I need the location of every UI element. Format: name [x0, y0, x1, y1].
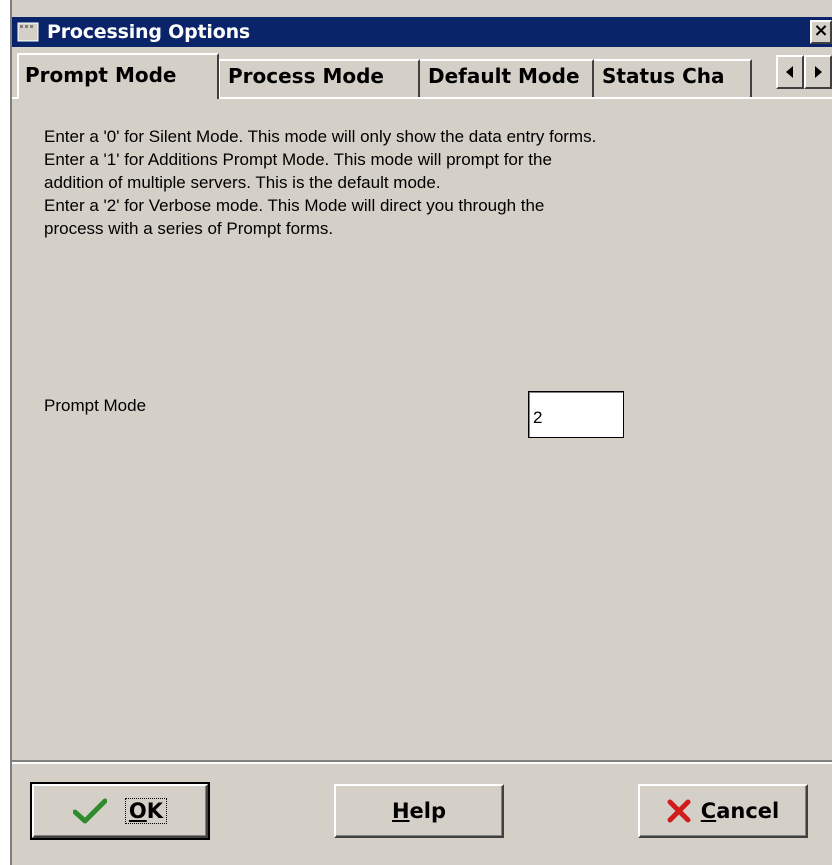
tab-label: Prompt Mode: [25, 63, 177, 87]
tab-default-mode[interactable]: Default Mode: [418, 59, 594, 97]
window-left-edge: [0, 0, 12, 865]
help-label-rest: elp: [409, 799, 447, 823]
tab-process-mode[interactable]: Process Mode: [218, 59, 420, 97]
help-button[interactable]: Help: [334, 784, 504, 838]
close-icon: ×: [813, 20, 829, 41]
close-button[interactable]: ×: [810, 20, 832, 44]
title-bar[interactable]: Processing Options ×: [12, 17, 832, 47]
processing-options-window: Processing Options × Status Cha Default …: [0, 0, 832, 865]
tab-label: Process Mode: [228, 64, 384, 88]
checkmark-icon: [72, 798, 107, 824]
cancel-button[interactable]: Cancel: [638, 784, 808, 838]
cancel-label-rest: ancel: [716, 799, 780, 823]
ok-label-rest: K: [146, 799, 164, 823]
red-x-icon: [667, 799, 691, 823]
tab-prompt-mode[interactable]: Prompt Mode: [17, 53, 219, 99]
description-line: Enter a '2' for Verbose mode. This Mode …: [44, 196, 545, 215]
ok-label: OK: [124, 798, 168, 824]
window-icon: [17, 22, 39, 42]
right-arrow-icon: [815, 66, 822, 78]
description-line: addition of multiple servers. This is th…: [44, 173, 441, 192]
tab-status-change[interactable]: Status Cha: [592, 59, 752, 97]
tab-label: Status Cha: [602, 64, 725, 88]
description-text: Enter a '0' for Silent Mode. This mode w…: [44, 125, 804, 240]
tab-strip: Status Cha Default Mode Process Mode Pro…: [12, 53, 832, 99]
bottom-divider-highlight: [12, 762, 832, 764]
description-line: process with a series of Prompt forms.: [44, 219, 334, 238]
left-arrow-icon: [786, 66, 793, 78]
help-mnemonic: H: [391, 799, 410, 823]
prompt-mode-label: Prompt Mode: [44, 396, 147, 415]
tab-scroll-buttons: [776, 55, 832, 89]
tab-label: Default Mode: [428, 64, 580, 88]
cancel-label: Cancel: [701, 799, 779, 823]
tab-page-prompt-mode: Enter a '0' for Silent Mode. This mode w…: [12, 97, 832, 760]
description-line: Enter a '0' for Silent Mode. This mode w…: [44, 127, 597, 146]
tab-scroll-left-button[interactable]: [776, 55, 804, 89]
tab-scroll-right-button[interactable]: [804, 55, 832, 89]
ok-button[interactable]: OK: [30, 782, 210, 840]
help-label: Help: [392, 799, 446, 823]
description-line: Enter a '1' for Additions Prompt Mode. T…: [44, 150, 552, 169]
window-title: Processing Options: [47, 21, 251, 43]
ok-mnemonic: O: [128, 799, 147, 823]
cancel-mnemonic: C: [700, 799, 717, 823]
prompt-mode-input[interactable]: [528, 391, 624, 438]
